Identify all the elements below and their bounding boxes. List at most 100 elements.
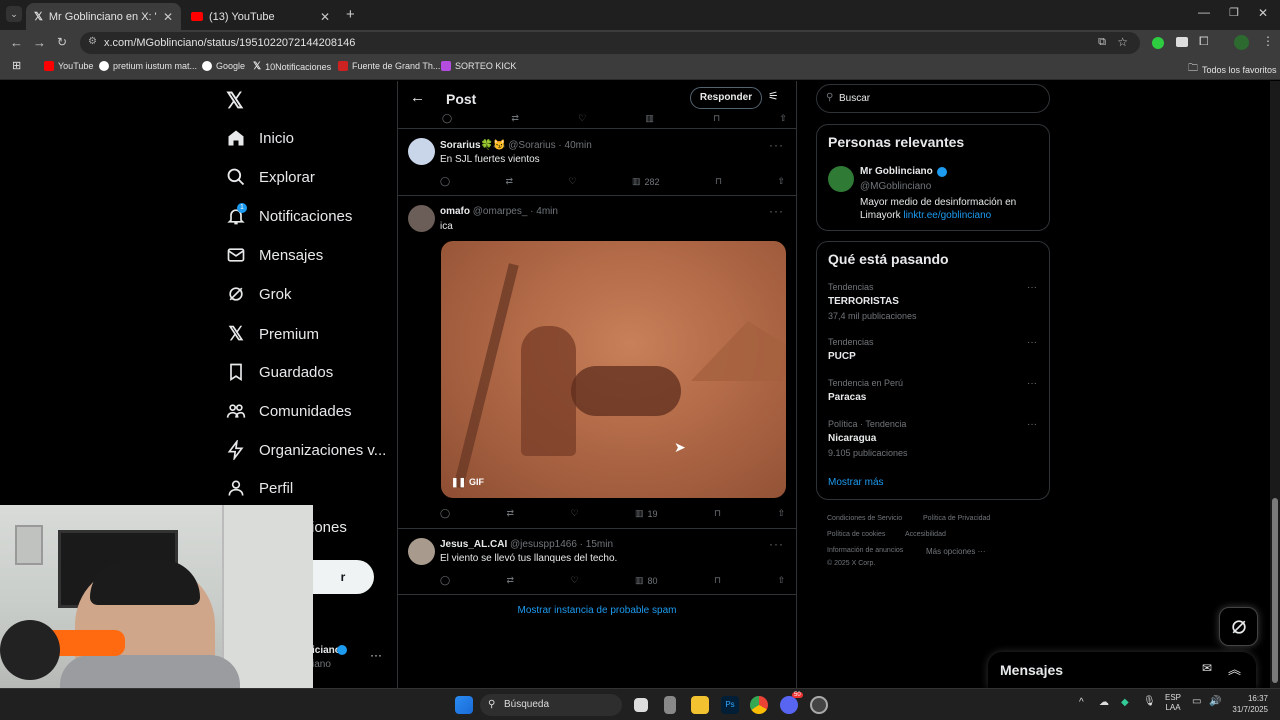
- tweet-author[interactable]: Sorarius🍀😼 @Sorarius · 40min: [440, 140, 592, 151]
- discord-icon[interactable]: [780, 696, 798, 714]
- bookmark-notificaciones[interactable]: 𝕏 10Notificaciones: [253, 61, 331, 72]
- puzzle-icon[interactable]: ⧠: [1199, 34, 1209, 49]
- site-info-icon[interactable]: ⚙: [88, 36, 97, 47]
- language-indicator[interactable]: ESP LAA: [1165, 693, 1181, 713]
- new-tab-button[interactable]: +: [346, 6, 355, 23]
- more-icon[interactable]: ···: [1027, 419, 1037, 430]
- messages-drawer[interactable]: Mensajes ✉ ︽: [988, 652, 1256, 688]
- account-switcher[interactable]: iciano iano ···: [312, 645, 382, 675]
- avatar[interactable]: [408, 538, 435, 565]
- photoshop-icon[interactable]: Ps: [721, 696, 739, 714]
- expand-icon[interactable]: ︽: [1228, 659, 1241, 678]
- reload-icon[interactable]: ↻: [57, 35, 67, 49]
- footer-link[interactable]: Condiciones de Servicio: [827, 515, 902, 522]
- reply-icon[interactable]: ◯: [442, 113, 452, 124]
- tray-chevron-icon[interactable]: ^: [1079, 697, 1084, 708]
- app-icon[interactable]: [664, 696, 676, 714]
- back-arrow-icon[interactable]: ←: [410, 89, 425, 106]
- views-button[interactable]: ▥ 19: [635, 508, 658, 519]
- nav-more-label[interactable]: iones: [311, 519, 347, 536]
- windows-start-icon[interactable]: [455, 696, 473, 714]
- bookmark-pretium[interactable]: pretium iustum mat...: [99, 61, 197, 71]
- repost-button[interactable]: ⇄: [507, 508, 515, 519]
- profile-avatar[interactable]: [1234, 35, 1249, 50]
- avatar[interactable]: [828, 166, 854, 192]
- like-button[interactable]: ♡: [568, 176, 576, 187]
- bookmark-google[interactable]: Google: [202, 61, 245, 71]
- tab-youtube[interactable]: (13) YouTube ✕: [183, 3, 338, 30]
- nav-comunidades[interactable]: Comunidades: [226, 401, 352, 421]
- more-icon[interactable]: ···: [769, 138, 784, 152]
- tab-x-post[interactable]: 𝕏 Mr Goblinciano en X: "Se repor ✕: [26, 3, 181, 30]
- url-bar[interactable]: ⚙ x.com/MGoblinciano/status/195102207214…: [80, 32, 1140, 54]
- person-name[interactable]: Mr Goblinciano: [860, 166, 947, 177]
- close-icon[interactable]: ✕: [163, 10, 173, 24]
- bookmark-button[interactable]: ⊓: [715, 176, 722, 187]
- nav-inicio[interactable]: Inicio: [226, 128, 294, 148]
- forward-icon[interactable]: →: [33, 35, 46, 50]
- footer-link[interactable]: Política de Privacidad: [923, 515, 990, 522]
- bookmark-youtube[interactable]: YouTube: [44, 61, 93, 71]
- taskbar-search[interactable]: ⚲ Búsqueda: [480, 694, 622, 716]
- footer-link[interactable]: Información de anuncios: [827, 547, 903, 554]
- more-icon[interactable]: ···: [1027, 378, 1037, 389]
- footer-link[interactable]: Más opciones ···: [926, 547, 986, 556]
- onedrive-icon[interactable]: ☁: [1099, 697, 1109, 708]
- back-icon[interactable]: ←: [10, 35, 23, 50]
- views-icon[interactable]: ▥: [645, 113, 654, 124]
- reply-button[interactable]: ◯: [440, 575, 450, 586]
- volume-icon[interactable]: 🔊: [1209, 696, 1221, 707]
- nav-guardados[interactable]: Guardados: [226, 362, 333, 382]
- task-view-icon[interactable]: [634, 698, 648, 712]
- tweet-media-gif[interactable]: ❚❚ GIF ➤: [441, 241, 786, 498]
- reply-button[interactable]: ◯: [440, 508, 450, 519]
- footer-link[interactable]: Accesibilidad: [905, 531, 946, 538]
- more-icon[interactable]: ···: [1027, 282, 1037, 293]
- tweet-omafo[interactable]: omafo @omarpes_ · 4min ··· ica ❚❚ GIF ➤ …: [398, 196, 796, 529]
- nav-premium[interactable]: 𝕏 Premium: [226, 323, 319, 346]
- views-button[interactable]: ▥ 282: [632, 176, 660, 187]
- reply-button[interactable]: ◯: [440, 176, 450, 187]
- show-spam-link[interactable]: Mostrar instancia de probable spam: [398, 605, 796, 616]
- page-scrollbar[interactable]: [1270, 81, 1280, 688]
- filter-icon[interactable]: ⚟: [768, 89, 779, 103]
- reply-button[interactable]: Responder: [690, 87, 762, 109]
- app-icon[interactable]: [810, 696, 828, 714]
- scrollbar-thumb[interactable]: [1272, 498, 1278, 683]
- search-box[interactable]: ⚲ Buscar: [816, 84, 1050, 113]
- x-logo-icon[interactable]: 𝕏: [226, 88, 244, 114]
- nav-mensajes[interactable]: Mensajes: [226, 245, 323, 265]
- views-button[interactable]: ▥ 80: [635, 575, 658, 586]
- chrome-icon[interactable]: [750, 696, 768, 714]
- trend-item[interactable]: Tendencias TERRORISTAS 37,4 mil publicacio…: [828, 282, 917, 321]
- bookmark-fuente[interactable]: Fuente de Grand Th...: [338, 61, 440, 71]
- bookmark-sorteo[interactable]: SORTEO KICK: [441, 61, 516, 71]
- mic-icon[interactable]: 🎙: [1143, 696, 1156, 707]
- menu-icon[interactable]: ⋮: [1262, 34, 1274, 48]
- trend-item[interactable]: Tendencias PUCP: [828, 337, 874, 362]
- minimize-button[interactable]: —: [1198, 5, 1210, 19]
- bookmark-icon[interactable]: ⊓: [713, 113, 720, 124]
- avatar[interactable]: [408, 205, 435, 232]
- share-button[interactable]: ⇧: [777, 176, 785, 187]
- nav-notificaciones[interactable]: Notificaciones 1: [226, 203, 352, 226]
- new-message-icon[interactable]: ✉: [1202, 661, 1212, 675]
- repost-button[interactable]: ⇄: [507, 575, 515, 586]
- nav-organizaciones[interactable]: Organizaciones v...: [226, 440, 386, 460]
- nav-perfil[interactable]: Perfil: [226, 478, 293, 498]
- footer-link[interactable]: Política de cookies: [827, 531, 885, 538]
- pause-icon[interactable]: ❚❚: [451, 477, 466, 488]
- nav-grok[interactable]: Grok: [226, 284, 292, 304]
- extension-green-icon[interactable]: [1152, 37, 1164, 49]
- more-icon[interactable]: ···: [769, 204, 784, 218]
- repost-icon[interactable]: ⇄: [511, 113, 519, 124]
- all-bookmarks[interactable]: 🗀 Todos los favoritos: [1188, 61, 1277, 78]
- more-icon[interactable]: ···: [1027, 337, 1037, 348]
- tab-search-button[interactable]: ⌄: [6, 6, 22, 22]
- more-icon[interactable]: ···: [769, 537, 784, 551]
- show-more-link[interactable]: Mostrar más: [828, 477, 884, 488]
- search-input[interactable]: Buscar: [839, 93, 870, 104]
- share-button[interactable]: ⇧: [777, 575, 785, 586]
- tweet-sorarius[interactable]: Sorarius🍀😼 @Sorarius · 40min ··· En SJL …: [398, 129, 796, 196]
- tweet-author[interactable]: omafo @omarpes_ · 4min: [440, 206, 558, 217]
